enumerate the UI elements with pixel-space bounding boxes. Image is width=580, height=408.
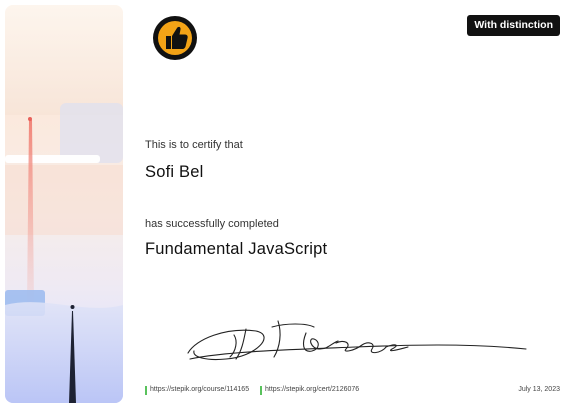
abstract-art (5, 5, 123, 403)
link-marker (145, 385, 147, 395)
course-title: Fundamental JavaScript (145, 240, 328, 258)
thumbs-up-icon (152, 15, 198, 61)
issue-date: July 13, 2023 (518, 386, 560, 393)
decorative-side-panel (5, 5, 123, 403)
certificate-link[interactable]: https://stepik.org/cert/2126076 (260, 385, 359, 395)
completion-text: has successfully completed (145, 218, 279, 230)
recipient-name: Sofi Bel (145, 163, 204, 181)
certify-intro: This is to certify that (145, 139, 243, 151)
signature-image (186, 313, 546, 369)
link-marker (260, 385, 262, 395)
certificate-link-text: https://stepik.org/cert/2126076 (265, 386, 360, 393)
certificate: With distinction This is to certify that… (0, 0, 580, 408)
distinction-badge: With distinction (467, 15, 560, 36)
certificate-footer: https://stepik.org/course/114165 https:/… (145, 385, 560, 397)
course-link[interactable]: https://stepik.org/course/114165 (145, 385, 249, 395)
course-link-text: https://stepik.org/course/114165 (150, 386, 250, 393)
